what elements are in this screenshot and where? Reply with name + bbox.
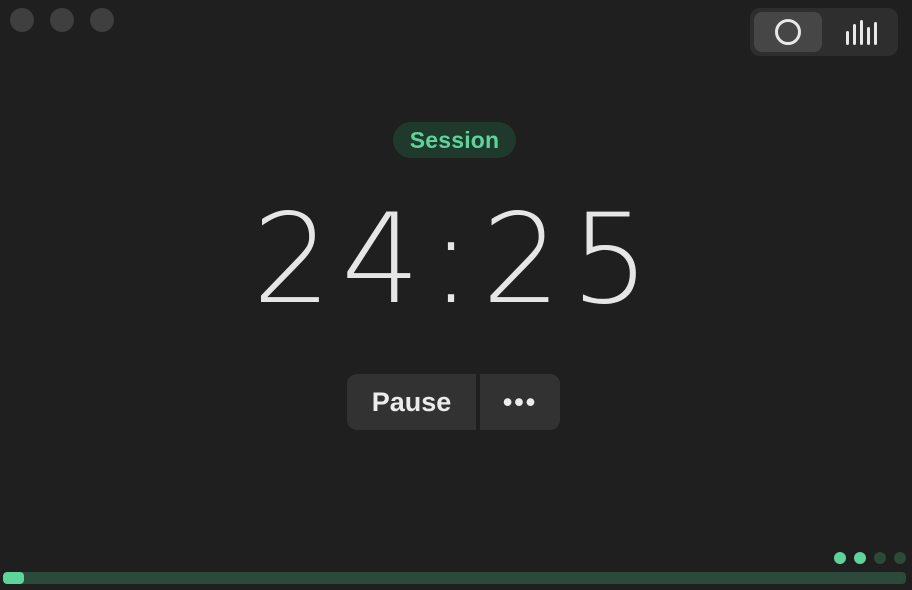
close-window-button[interactable] <box>10 8 34 32</box>
view-toggle <box>750 8 898 56</box>
session-badge: Session <box>393 122 516 158</box>
circle-icon <box>775 19 801 45</box>
minimize-window-button[interactable] <box>50 8 74 32</box>
timer-window: Session 24:25 Pause ••• <box>0 0 912 590</box>
pause-button[interactable]: Pause <box>347 374 476 430</box>
timer-controls: Pause ••• <box>347 374 560 430</box>
session-progress-fill <box>3 572 24 584</box>
bar-chart-icon <box>846 20 877 45</box>
session-dot <box>874 552 886 564</box>
stats-view-button[interactable] <box>826 12 894 52</box>
session-progress-bar <box>3 572 906 584</box>
timer-view-button[interactable] <box>754 12 822 52</box>
session-dot <box>894 552 906 564</box>
session-dot <box>854 552 866 564</box>
more-options-button[interactable]: ••• <box>480 374 560 430</box>
zoom-window-button[interactable] <box>90 8 114 32</box>
timer-display: 24:25 <box>252 188 660 332</box>
session-dot <box>834 552 846 564</box>
session-indicator <box>834 552 906 564</box>
window-controls <box>10 8 114 32</box>
